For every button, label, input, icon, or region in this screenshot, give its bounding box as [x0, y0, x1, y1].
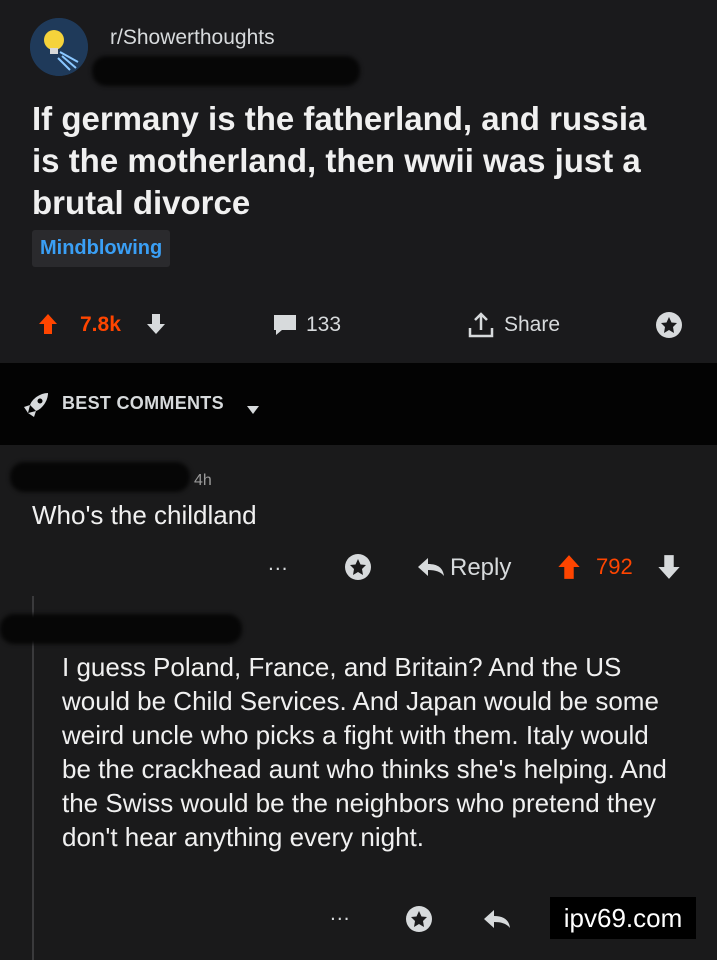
thread-line[interactable]	[32, 596, 34, 960]
share-icon[interactable]	[466, 310, 496, 345]
subreddit-name[interactable]: r/Showerthoughts	[110, 26, 275, 50]
award-icon[interactable]	[654, 310, 684, 345]
sort-bar[interactable]: BEST COMMENTS	[0, 363, 717, 445]
reply-more-button[interactable]: ...	[330, 902, 351, 926]
post-title[interactable]: If germany is the fatherland, and russia…	[32, 98, 682, 224]
comment-more-button[interactable]: ...	[268, 552, 289, 576]
post-flair[interactable]: Mindblowing	[32, 230, 171, 267]
reply-button[interactable]: Reply	[450, 554, 511, 582]
reply-reply-arrow-icon[interactable]	[482, 908, 512, 935]
caret-down-icon[interactable]	[246, 402, 260, 420]
share-button[interactable]: Share	[504, 313, 560, 337]
redacted-username	[92, 56, 360, 86]
comment-count[interactable]: 133	[306, 313, 341, 337]
upvote-icon[interactable]	[38, 313, 58, 340]
post-action-bar: 7.8k 133 Share	[0, 302, 717, 348]
comment-icon[interactable]	[272, 313, 298, 342]
comment-body: Who's the childland	[32, 500, 257, 530]
redacted-commenter	[10, 462, 190, 492]
reply-arrow-icon[interactable]	[416, 556, 446, 583]
comment-time: 4h	[194, 472, 212, 489]
rocket-icon	[22, 391, 50, 424]
comment-vote-count: 792	[596, 554, 633, 579]
reply-award-icon[interactable]	[404, 904, 434, 939]
post-vote-count: 7.8k	[80, 313, 121, 336]
post-card: r/Showerthoughts If germany is the fathe…	[0, 0, 717, 362]
downvote-icon[interactable]	[146, 313, 166, 340]
comment-award-icon[interactable]	[343, 552, 373, 587]
comment-downvote-icon[interactable]	[656, 554, 682, 585]
comment-upvote-icon[interactable]	[556, 554, 582, 585]
reply-body: I guess Poland, France, and Britain? And…	[62, 652, 667, 852]
best-comments-label[interactable]: BEST COMMENTS	[62, 393, 224, 414]
watermark: ipv69.com	[550, 897, 696, 939]
subreddit-avatar-icon[interactable]	[30, 18, 88, 76]
redacted-replier	[0, 614, 242, 644]
